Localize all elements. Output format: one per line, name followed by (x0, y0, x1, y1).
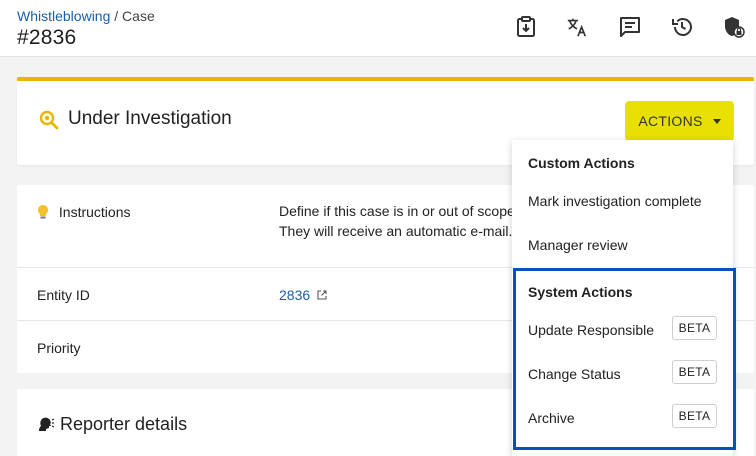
entity-id-link[interactable]: 2836 (279, 287, 310, 303)
caret-down-icon (712, 118, 721, 124)
magnify-search-icon (38, 109, 60, 131)
case-status-label: Under Investigation (68, 108, 232, 129)
entity-id-link-text: 2836 (279, 287, 311, 303)
page-title: #2836 (17, 26, 77, 49)
lightbulb-icon (37, 204, 51, 222)
history-icon[interactable] (671, 16, 693, 38)
breadcrumb-separator: / (110, 8, 123, 24)
entity-id-value: 2836 (279, 285, 327, 305)
actions-button[interactable]: ACTIONS (625, 101, 734, 141)
instructions-text-line-2: They will receive an automatic e-mail. (279, 223, 513, 239)
system-actions-highlight-frame (513, 268, 736, 450)
reporter-details-heading: Reporter details (60, 414, 188, 434)
instructions-label: Instructions (58, 204, 131, 220)
breadcrumb-link-whistleblowing[interactable]: Whistleblowing (17, 8, 110, 24)
menu-item-manager-review[interactable]: Manager review (528, 237, 628, 253)
external-link-icon[interactable] (317, 285, 327, 305)
breadcrumb-current: Case (122, 8, 155, 24)
translate-icon[interactable] (566, 16, 588, 38)
shield-lock-icon[interactable] (723, 16, 745, 38)
comment-icon[interactable] (619, 16, 641, 38)
actions-button-label: ACTIONS (638, 113, 703, 129)
instructions-label-group: Instructions (37, 204, 130, 222)
custom-actions-heading: Custom Actions (528, 155, 635, 171)
menu-item-mark-investigation-complete[interactable]: Mark investigation complete (528, 193, 702, 209)
top-bar: Whistleblowing / Case #2836 (0, 0, 756, 57)
download-form-icon[interactable] (515, 16, 537, 38)
breadcrumb: Whistleblowing / Case (17, 8, 155, 24)
entity-id-label: Entity ID (37, 287, 90, 303)
priority-label: Priority (37, 340, 81, 356)
speaking-head-icon (37, 415, 55, 433)
instructions-text-line-1: Define if this case is in or out of scop… (279, 203, 515, 219)
instructions-text: Define if this case is in or out of scop… (279, 201, 515, 241)
